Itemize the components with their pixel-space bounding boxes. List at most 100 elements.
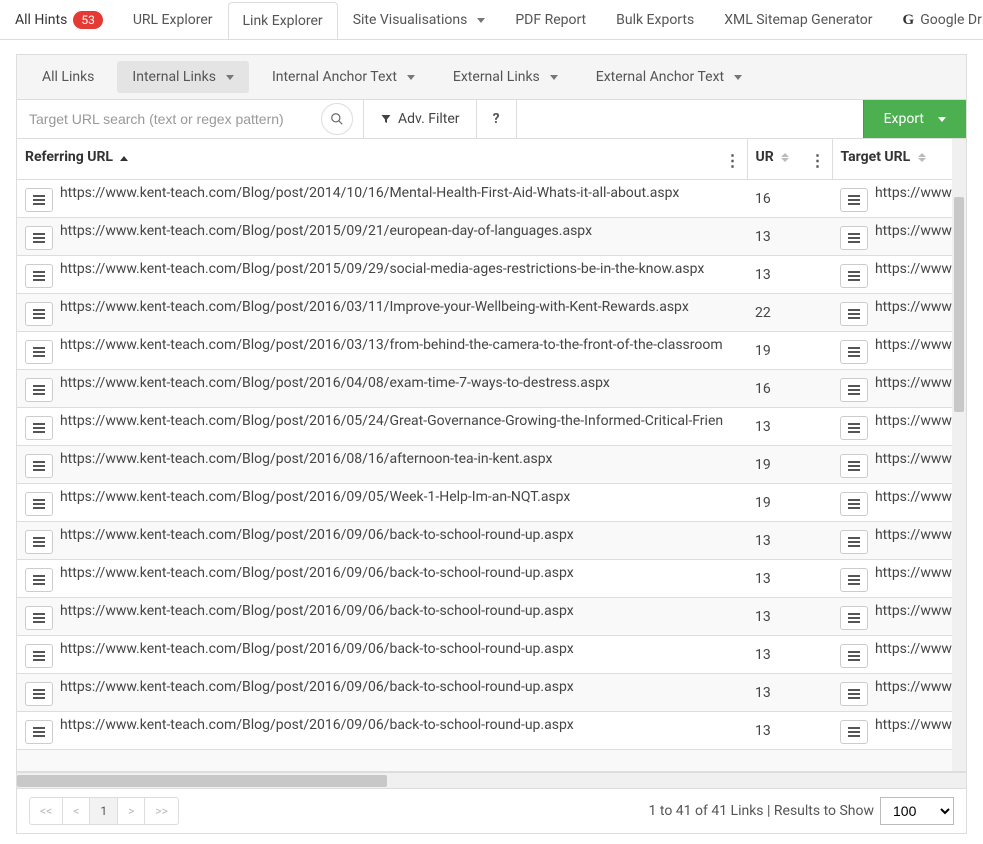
row-menu-button[interactable] — [840, 264, 868, 288]
column-menu-icon[interactable] — [725, 151, 741, 170]
row-menu-button[interactable] — [840, 568, 868, 592]
row-menu-button[interactable] — [840, 416, 868, 440]
target-url[interactable]: https://www. — [875, 185, 955, 201]
row-menu-button[interactable] — [840, 454, 868, 478]
vertical-scrollbar[interactable] — [952, 139, 966, 771]
chevron-down-icon — [477, 18, 485, 23]
row-menu-button[interactable] — [25, 682, 53, 706]
target-url[interactable]: https://www. — [875, 641, 955, 657]
ur-value: 13 — [747, 256, 832, 294]
target-url[interactable]: https://www. — [875, 451, 955, 467]
row-menu-button[interactable] — [25, 340, 53, 364]
help-button[interactable]: ? — [477, 100, 517, 138]
target-url[interactable]: https://www. — [875, 413, 955, 429]
subtab-external-links[interactable]: External Links — [438, 61, 573, 93]
target-url[interactable]: https://www. — [875, 223, 955, 239]
pager-last[interactable]: >> — [145, 798, 178, 824]
row-menu-button[interactable] — [25, 644, 53, 668]
subtab-external-anchor[interactable]: External Anchor Text — [581, 61, 757, 93]
target-url[interactable]: https://www. — [875, 299, 955, 315]
referring-url[interactable]: https://www.kent-teach.com/Blog/post/201… — [60, 527, 574, 543]
target-url[interactable]: https://www. — [875, 527, 955, 543]
row-menu-button[interactable] — [25, 530, 53, 554]
search-button[interactable] — [321, 103, 353, 135]
row-menu-button[interactable] — [840, 302, 868, 326]
horizontal-scrollbar[interactable] — [17, 772, 966, 788]
tab-label: All Hints — [15, 12, 67, 28]
referring-url[interactable]: https://www.kent-teach.com/Blog/post/201… — [60, 337, 723, 353]
tab-link-explorer[interactable]: Link Explorer — [228, 2, 338, 39]
row-menu-button[interactable] — [840, 188, 868, 212]
table-row: https://www.kent-teach.com/Blog/post/201… — [17, 560, 966, 598]
row-menu-button[interactable] — [25, 226, 53, 250]
sub-tabs: All Links Internal Links Internal Anchor… — [17, 55, 966, 100]
row-menu-button[interactable] — [840, 720, 868, 744]
referring-url[interactable]: https://www.kent-teach.com/Blog/post/201… — [60, 603, 574, 619]
referring-url[interactable]: https://www.kent-teach.com/Blog/post/201… — [60, 565, 574, 581]
subtab-internal-anchor[interactable]: Internal Anchor Text — [257, 61, 430, 93]
target-url[interactable]: https://www. — [875, 489, 955, 505]
tab-pdf-report[interactable]: PDF Report — [500, 1, 601, 38]
tab-all-hints[interactable]: All Hints 53 — [0, 0, 118, 39]
col-ur[interactable]: UR — [747, 139, 832, 180]
referring-url[interactable]: https://www.kent-teach.com/Blog/post/201… — [60, 641, 574, 657]
export-button[interactable]: Export — [863, 100, 966, 138]
row-menu-button[interactable] — [25, 454, 53, 478]
col-target-url[interactable]: Target URL — [832, 139, 966, 180]
row-menu-button[interactable] — [25, 264, 53, 288]
col-referring-url[interactable]: Referring URL — [17, 139, 747, 180]
referring-url[interactable]: https://www.kent-teach.com/Blog/post/201… — [60, 375, 610, 391]
referring-url[interactable]: https://www.kent-teach.com/Blog/post/201… — [60, 489, 570, 505]
row-menu-button[interactable] — [25, 188, 53, 212]
tab-xml-sitemap[interactable]: XML Sitemap Generator — [709, 1, 887, 38]
row-menu-button[interactable] — [840, 644, 868, 668]
referring-url[interactable]: https://www.kent-teach.com/Blog/post/201… — [60, 679, 574, 695]
subtab-all-links[interactable]: All Links — [27, 61, 109, 93]
target-url[interactable]: https://www. — [875, 679, 955, 695]
referring-url[interactable]: https://www.kent-teach.com/Blog/post/201… — [60, 299, 689, 315]
pager-first[interactable]: << — [30, 798, 63, 824]
row-menu-button[interactable] — [25, 606, 53, 630]
page-size-select[interactable]: 100 — [880, 797, 954, 825]
referring-url[interactable]: https://www.kent-teach.com/Blog/post/201… — [60, 717, 574, 733]
pager-prev[interactable]: < — [63, 798, 90, 824]
subtab-internal-links[interactable]: Internal Links — [117, 61, 249, 93]
tab-bulk-exports[interactable]: Bulk Exports — [601, 1, 709, 38]
column-menu-icon[interactable] — [810, 151, 826, 170]
row-menu-button[interactable] — [25, 416, 53, 440]
row-menu-button[interactable] — [25, 378, 53, 402]
row-menu-button[interactable] — [840, 606, 868, 630]
target-url[interactable]: https://www. — [875, 261, 955, 277]
row-menu-button[interactable] — [840, 340, 868, 364]
ur-value: 13 — [747, 674, 832, 712]
referring-url[interactable]: https://www.kent-teach.com/Blog/post/201… — [60, 185, 679, 201]
row-menu-button[interactable] — [25, 302, 53, 326]
row-menu-button[interactable] — [840, 492, 868, 516]
tab-site-visualisations[interactable]: Site Visualisations — [338, 1, 501, 38]
row-menu-button[interactable] — [840, 682, 868, 706]
row-menu-button[interactable] — [840, 226, 868, 250]
row-menu-button[interactable] — [840, 378, 868, 402]
tab-url-explorer[interactable]: URL Explorer — [118, 1, 228, 38]
row-menu-button[interactable] — [25, 720, 53, 744]
target-url[interactable]: https://www. — [875, 337, 955, 353]
row-menu-button[interactable] — [25, 568, 53, 592]
pager-next[interactable]: > — [118, 798, 145, 824]
target-url[interactable]: https://www. — [875, 603, 955, 619]
tab-google-drive[interactable]: G Google Drive — [888, 1, 983, 39]
adv-filter-button[interactable]: Adv. Filter — [364, 100, 477, 138]
referring-url[interactable]: https://www.kent-teach.com/Blog/post/201… — [60, 261, 704, 277]
table-row: https://www.kent-teach.com/Blog/post/201… — [17, 370, 966, 408]
target-url[interactable]: https://www. — [875, 375, 955, 391]
row-menu-button[interactable] — [840, 530, 868, 554]
target-url[interactable]: https://www. — [875, 717, 955, 733]
referring-url[interactable]: https://www.kent-teach.com/Blog/post/201… — [60, 223, 592, 239]
search-input[interactable] — [17, 100, 321, 138]
table-row: https://www.kent-teach.com/Blog/post/201… — [17, 598, 966, 636]
referring-url[interactable]: https://www.kent-teach.com/Blog/post/201… — [60, 413, 723, 429]
row-menu-button[interactable] — [25, 492, 53, 516]
referring-url[interactable]: https://www.kent-teach.com/Blog/post/201… — [60, 451, 552, 467]
ur-value: 16 — [747, 370, 832, 408]
target-url[interactable]: https://www. — [875, 565, 955, 581]
pager-page[interactable]: 1 — [90, 798, 118, 824]
